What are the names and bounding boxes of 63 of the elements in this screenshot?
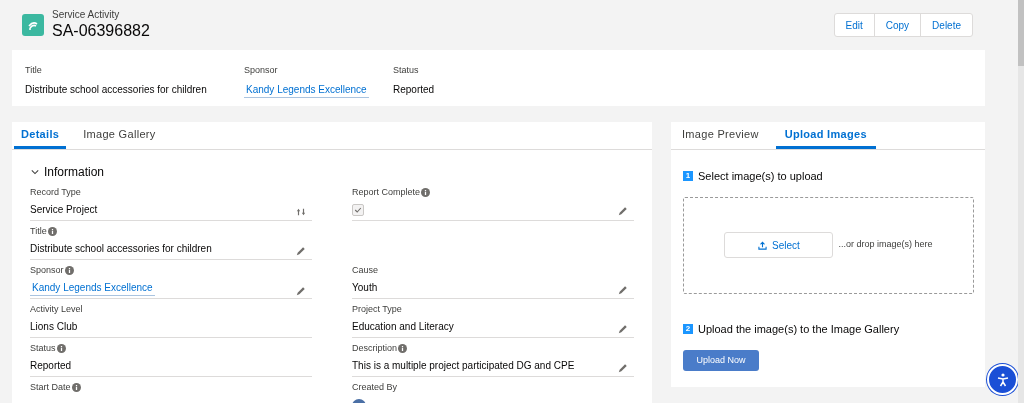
step-number: 1	[683, 171, 693, 182]
field-value: Service Project	[30, 202, 98, 217]
highlight-label: Sponsor	[244, 64, 279, 77]
pencil-icon[interactable]	[618, 323, 628, 334]
tab[interactable]: Image Gallery	[76, 122, 163, 149]
upload-icon	[758, 240, 768, 250]
section-toggle[interactable]: Information	[31, 163, 105, 180]
checkmark-icon	[354, 205, 362, 214]
field-label: Title	[30, 225, 47, 238]
info-icon[interactable]	[56, 344, 66, 354]
field-label: Start Date	[30, 381, 71, 394]
pencil-icon[interactable]	[296, 245, 306, 256]
field-value: Youth	[352, 280, 378, 295]
drop-hint: ...or drop image(s) here	[838, 238, 933, 252]
action-button[interactable]: Copy	[873, 14, 921, 36]
scrollbar[interactable]	[1018, 0, 1024, 403]
accessibility-button[interactable]	[987, 364, 1018, 395]
field-label: Sponsor	[30, 264, 64, 277]
field-label: Report Complete	[352, 186, 421, 199]
drop-zone[interactable]: Select ...or drop image(s) here	[683, 196, 974, 294]
field-label: Status	[30, 342, 56, 355]
record-icon	[22, 14, 44, 36]
sponsor-link[interactable]: Kandy Legends Excellence	[30, 279, 155, 296]
field-value: Education and Literacy	[352, 319, 454, 334]
field-label: Project Type	[352, 303, 402, 316]
step-number: 2	[683, 323, 693, 334]
field-label: Created By	[352, 381, 398, 394]
field-value: Reported	[30, 358, 72, 373]
chevron-icon	[31, 167, 39, 176]
info-icon[interactable]	[71, 383, 81, 393]
tab[interactable]: Upload Images	[775, 122, 876, 149]
highlight-label: Status	[393, 64, 420, 77]
action-button[interactable]: Edit	[834, 14, 874, 36]
upload-now-button[interactable]: Upload Now	[683, 350, 759, 371]
field-value: This is a multiple project participated DG and CPE	[352, 358, 575, 373]
sponsor-link[interactable]: Kandy Legends Excellence	[244, 81, 369, 98]
object-type: Service Activity	[52, 8, 121, 22]
select-button[interactable]: Select	[724, 232, 834, 258]
highlight-value: Reported	[393, 82, 435, 97]
tab[interactable]: Details	[14, 122, 67, 149]
info-icon[interactable]	[398, 344, 408, 354]
field-label: Record Type	[30, 186, 81, 199]
checkbox[interactable]	[352, 203, 364, 216]
highlight-value: Distribute school accessories for children	[25, 82, 208, 97]
field-value: Lions Club	[30, 319, 78, 334]
change-icon[interactable]	[296, 206, 306, 217]
field-value: Distribute school accessories for children	[30, 241, 212, 256]
action-button[interactable]: Delete	[920, 14, 972, 36]
step-title: Select image(s) to upload	[698, 169, 823, 184]
record-title: SA-06396882	[52, 21, 150, 42]
field-label: Cause	[352, 264, 378, 277]
info-icon[interactable]	[64, 266, 74, 276]
pencil-icon[interactable]	[618, 205, 628, 216]
pencil-icon[interactable]	[296, 285, 306, 296]
pencil-icon[interactable]	[618, 284, 628, 295]
field-label: Activity Level	[30, 303, 83, 316]
pencil-icon[interactable]	[618, 362, 628, 373]
info-icon[interactable]	[421, 188, 431, 198]
tab[interactable]: Image Preview	[673, 122, 768, 149]
highlight-label: Title	[25, 64, 43, 77]
info-icon[interactable]	[47, 227, 57, 237]
step-title: Upload the image(s) to the Image Gallery	[698, 321, 900, 337]
field-label: Description	[352, 342, 398, 355]
